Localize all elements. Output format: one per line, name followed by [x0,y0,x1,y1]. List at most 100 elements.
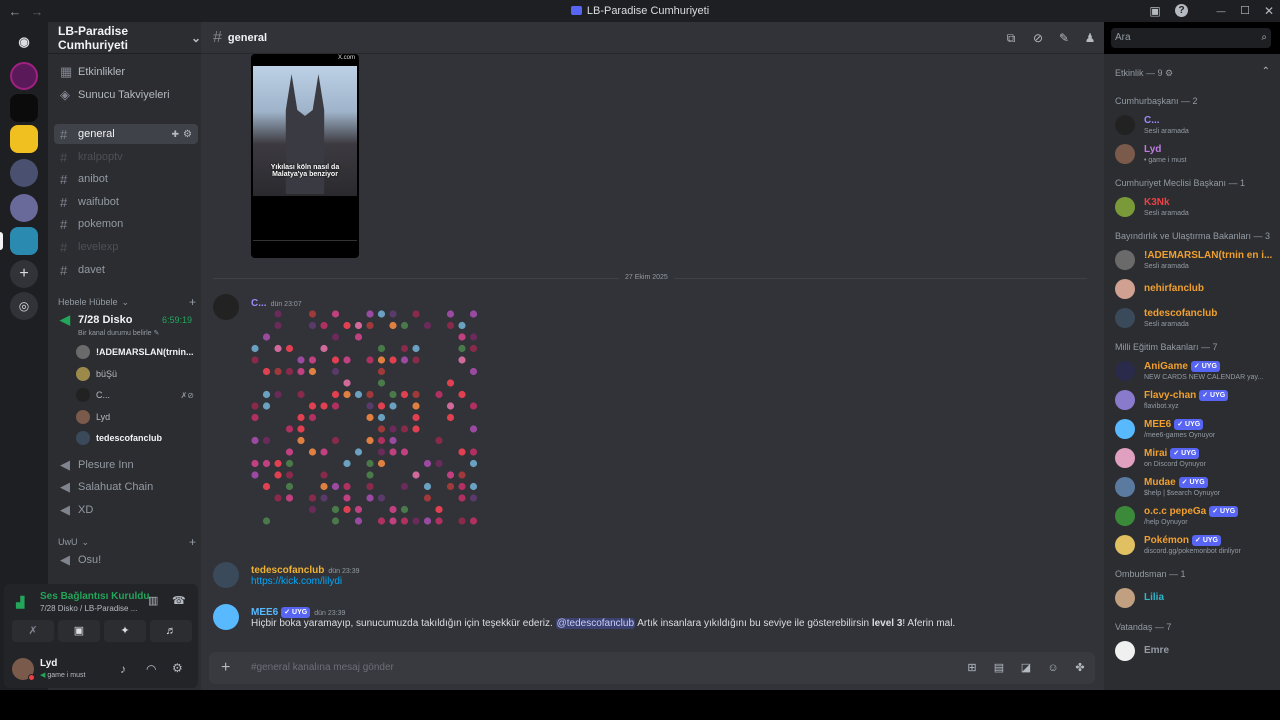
member-item[interactable]: Pokémon ✓ UYG discord.gg/pokemonbot dinliy… [1115,531,1275,559]
user-settings-icon[interactable]: ⚙ [172,661,183,675]
sidebar-item-boosts[interactable]: ◈ Sunucu Takviyeleri [54,85,198,105]
member-item[interactable]: Emre [1115,637,1275,665]
user-mention[interactable]: @tedescofanclub [555,618,636,629]
voice-user[interactable]: Lyd [76,408,110,426]
gift-icon[interactable]: ⊞ [965,661,979,675]
member-item[interactable]: o.c.c pepeGa ✓ UYG/help Oynuyor [1115,502,1275,530]
emoji-icon [274,310,282,318]
voice-channel-plesure-inn[interactable]: ◀ Plesure Inn [54,455,198,475]
member-item[interactable]: AniGame ✓ UYG NEW CARDS NEW CALENDAR yay..… [1115,357,1275,385]
speaker-icon: ◀ [60,502,70,517]
voice-channel-osu[interactable]: ◀ Osu! [54,550,198,570]
voice-connected-status[interactable]: Ses Bağlantısı Kuruldu [40,591,149,602]
message-link[interactable]: https://kick.com/lilydi [251,576,342,587]
soundboard-button[interactable]: ♬ [150,620,192,642]
server-icon[interactable] [10,62,38,90]
invite-icon[interactable]: ✚ [171,129,179,140]
emoji-icon[interactable]: ☺ [1046,661,1060,675]
member-item[interactable]: Lyd • game i must [1115,140,1275,168]
server-icon[interactable] [10,159,38,187]
avatar[interactable] [213,294,239,320]
member-item[interactable]: MEE6 ✓ UYG/mee6-games Oynuyor [1115,415,1275,443]
voice-user[interactable]: !ADEMARSLAN(trnin... [76,343,194,361]
voice-user[interactable]: tedescofanclub [76,429,162,447]
message-author[interactable]: MEE6 [251,607,278,618]
voice-user[interactable]: C... ✗⊘ [76,386,194,404]
member-item[interactable]: nehirfanclub [1115,275,1275,303]
collapse-icon[interactable]: ⌃ [1262,66,1270,77]
minimize-button[interactable]: — [1212,3,1230,19]
message-input[interactable]: #general kanalına mesaj gönder [251,662,394,673]
maximize-button[interactable]: ☐ [1236,3,1254,19]
channel-kralpoptv[interactable]: # kralpoptv [54,147,198,167]
apps-icon[interactable]: ✤ [1073,661,1087,675]
server-icon[interactable] [10,94,38,122]
sidebar-item-events[interactable]: ▦ Etkinlikler [54,62,198,82]
avatar[interactable] [213,562,239,588]
voice-user[interactable]: büŞü [76,365,117,383]
member-list-icon[interactable]: ♟ [1083,31,1097,45]
emoji-icon [389,448,397,456]
gif-icon[interactable]: ▤ [992,661,1006,675]
pin-icon[interactable]: ✎ [1057,31,1071,45]
close-button[interactable]: ✕ [1260,3,1278,19]
gear-icon[interactable]: ⚙ [183,129,192,140]
voice-channel-disko[interactable]: ◀ 7/28 Disko 6:59:19 [54,310,198,330]
notifications-muted-icon[interactable]: ⊘ [1031,31,1045,45]
noise-suppression-icon[interactable]: ▥ [148,594,158,607]
forward-icon[interactable]: → [28,4,46,19]
microphone-icon[interactable]: ♪ [120,662,126,676]
emoji-icon [377,344,386,353]
add-attachment-icon[interactable]: + [221,659,230,677]
category-hebele-hubele[interactable]: Hebele Hübele ⌄ + [58,295,196,309]
member-item[interactable]: K3Nk Sesli aramada [1115,193,1275,221]
headphones-icon[interactable]: ◠ [146,662,156,676]
threads-icon[interactable]: ⧉ [1004,31,1018,45]
member-item[interactable]: Flavy-chan ✓ UYG flavibot.xyz [1115,386,1275,414]
search-input[interactable]: Ara ⌕ [1111,28,1271,48]
channel-pokemon[interactable]: # pokemon [54,214,198,234]
voice-channel-xd[interactable]: ◀ XD [54,500,198,520]
member-item[interactable]: Mirai ✓ UYG on Discord Oynuyor [1115,444,1275,472]
voice-channel-path[interactable]: 7/28 Disko / LB-Paradise ... [40,604,137,613]
channel-davet[interactable]: # davet [54,260,198,280]
user-name[interactable]: Lyd [40,658,57,669]
explore-icon[interactable]: ◎ [10,292,38,320]
member-item[interactable]: tedescofanclub Sesli aramada [1115,304,1275,332]
server-icon[interactable] [10,125,38,153]
sticker-icon[interactable]: ◪ [1019,661,1033,675]
add-channel-icon[interactable]: + [189,295,196,309]
voice-status[interactable]: Bir kanal durumu belirle ✎ [78,329,159,337]
disconnect-icon[interactable]: ☎ [172,594,186,607]
member-item[interactable]: Lilia [1115,584,1275,612]
emoji-grid[interactable] [249,308,489,540]
embedded-image[interactable]: X.com Yıkılası köln nasıl da Malatya'ya … [251,54,359,258]
member-item[interactable]: Mudae ✓ UYG $help | $search Oynuyor [1115,473,1275,501]
server-icon[interactable] [10,194,38,222]
inbox-icon[interactable]: ▣ [1146,3,1164,19]
channel-general[interactable]: # general ✚ ⚙ [54,124,198,144]
message-composer[interactable]: + #general kanalına mesaj gönder ⊞ ▤ ◪ ☺… [209,652,1095,684]
member-item[interactable]: C... Sesli aramada [1115,111,1275,139]
discord-home-icon[interactable]: ◉ [10,28,38,56]
message-author[interactable]: tedescofanclub [251,565,324,576]
back-icon[interactable]: ← [6,4,24,19]
add-server-icon[interactable]: + [10,260,38,288]
activity-header[interactable]: Etkinlik — 9 ⚙ [1115,68,1173,79]
category-uwu[interactable]: UwU ⌄ + [58,535,196,549]
avatar[interactable] [213,604,239,630]
voice-channel-salahuat-chain[interactable]: ◀ Salahuat Chain [54,477,198,497]
channel-anibot[interactable]: # anibot [54,169,198,189]
activities-button[interactable]: ✦ [104,620,146,642]
emoji-icon [400,448,409,456]
member-item[interactable]: !ADEMARSLAN(trnin en i... Sesli aramada [1115,246,1275,274]
screenshare-button[interactable]: ▣ [58,620,100,642]
channel-levelexp[interactable]: # levelexp [54,237,198,257]
help-icon[interactable]: ? [1175,4,1188,17]
server-icon-current[interactable] [10,227,38,255]
add-channel-icon[interactable]: + [189,535,196,549]
server-name-header[interactable]: LB-Paradise Cumhuriyeti ⌄ [48,22,201,54]
camera-button[interactable]: ✗ [12,620,54,642]
user-status[interactable]: ◀ game i must [40,671,85,679]
channel-waifubot[interactable]: # waifubot [54,192,198,212]
